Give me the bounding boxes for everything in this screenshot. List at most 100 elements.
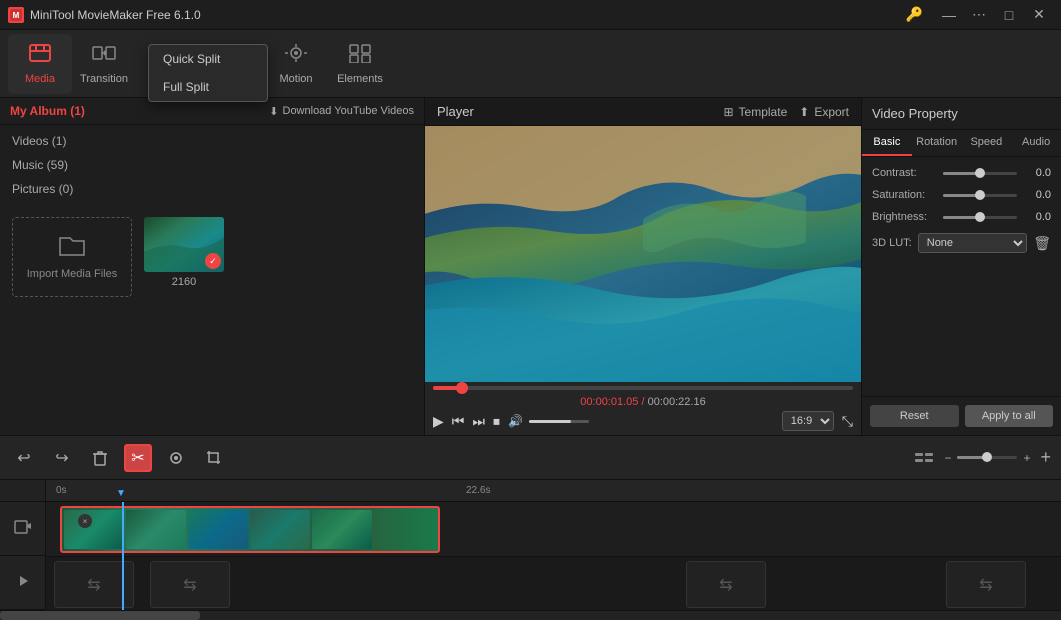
maximize-button[interactable]: □ — [995, 4, 1023, 26]
lut-delete-icon[interactable]: 🗑 — [1033, 235, 1051, 252]
motion-icon — [284, 43, 308, 69]
saturation-slider[interactable] — [943, 194, 1017, 197]
contrast-value: 0.0 — [1023, 167, 1051, 179]
sidebar-item-pictures[interactable]: Pictures (0) — [0, 177, 424, 201]
clip-frame-1 — [126, 510, 186, 549]
timeline: ↩ ↪ ✂ Quick Split Full Split − + + — [0, 435, 1061, 620]
tab-speed[interactable]: Speed — [962, 130, 1012, 156]
play-button[interactable]: ▶ — [433, 413, 444, 430]
media-icon — [28, 43, 52, 69]
toolbar-item-motion[interactable]: Motion — [264, 34, 328, 94]
add-track-button[interactable]: + — [1040, 447, 1051, 468]
app-title: MiniTool MovieMaker Free 6.1.0 — [30, 8, 906, 22]
trans-arrow-icon-2: ⇆ — [719, 575, 732, 595]
saturation-row: Saturation: 0.0 — [872, 189, 1051, 201]
player-panel: Player ⊞ Template ⬆ Export — [425, 98, 861, 435]
fullscreen-button[interactable]: ⤡ — [842, 413, 853, 430]
scrollbar-thumb — [0, 611, 200, 620]
delete-button[interactable] — [86, 444, 114, 472]
svg-text:M: M — [13, 11, 20, 20]
zoom-minus-icon[interactable]: − — [944, 451, 951, 465]
ruler-mid: 22.6s — [466, 485, 490, 496]
stop-button[interactable]: ⏹ — [493, 413, 500, 430]
track-controls — [914, 451, 934, 465]
timeline-toolbar: ↩ ↪ ✂ Quick Split Full Split − + + — [0, 436, 1061, 480]
video-track-icon — [14, 518, 32, 539]
full-split-option[interactable]: Full Split — [149, 73, 267, 101]
lut-select[interactable]: None — [918, 233, 1027, 253]
bottom-scrollbar[interactable] — [0, 610, 1061, 620]
redo-button[interactable]: ↪ — [48, 444, 76, 472]
brightness-row: Brightness: 0.0 — [872, 211, 1051, 223]
motion-label: Motion — [279, 73, 312, 85]
left-panel: My Album (1) ⬇ Download YouTube Videos V… — [0, 98, 425, 435]
template-button[interactable]: ⊞ Template — [723, 105, 787, 119]
export-icon: ⬆ — [799, 105, 809, 119]
contrast-label: Contrast: — [872, 167, 937, 179]
reset-button[interactable]: Reset — [870, 405, 959, 427]
media-label: Media — [25, 73, 55, 85]
player-actions: ⊞ Template ⬆ Export — [723, 105, 849, 119]
timeline-content: 0s 22.6s × — [0, 480, 1061, 610]
audio-button[interactable] — [162, 444, 190, 472]
contrast-slider[interactable] — [943, 172, 1017, 175]
media-content: Import Media Files — [0, 205, 424, 435]
trans-arrow-icon: ⇆ — [87, 575, 100, 595]
progress-bar[interactable] — [433, 386, 853, 390]
trans-arrow-icon-1: ⇆ — [183, 575, 196, 595]
export-button[interactable]: ⬆ Export — [799, 105, 849, 119]
undo-button[interactable]: ↩ — [10, 444, 38, 472]
preview-image — [425, 126, 861, 382]
tab-audio[interactable]: Audio — [1011, 130, 1061, 156]
transition-slot-3[interactable]: ⇆ — [946, 561, 1026, 608]
toolbar-item-media[interactable]: Media — [8, 34, 72, 94]
prev-frame-button[interactable]: ⏮ — [452, 413, 465, 430]
split-button[interactable]: ✂ — [124, 444, 152, 472]
saturation-value: 0.0 — [1023, 189, 1051, 201]
volume-slider[interactable] — [529, 420, 589, 423]
close-button[interactable]: ✕ — [1025, 4, 1053, 26]
control-row: ▶ ⏮ ⏭ ⏹ 🔊 16:9 ⤡ — [433, 411, 853, 431]
transition-slot-1[interactable]: ⇆ — [150, 561, 230, 608]
sidebar-item-music[interactable]: Music (59) — [0, 153, 424, 177]
settings-button[interactable]: ⋯ — [965, 4, 993, 26]
apply-all-button[interactable]: Apply to all — [965, 405, 1054, 427]
minimize-button[interactable]: — — [935, 4, 963, 26]
tab-basic[interactable]: Basic — [862, 130, 912, 156]
video-preview — [425, 126, 861, 382]
media-item-label-0: 2160 — [172, 276, 196, 288]
video-clip[interactable]: × — [60, 506, 440, 553]
template-icon: ⊞ — [723, 105, 733, 119]
contrast-row: Contrast: 0.0 — [872, 167, 1051, 179]
toolbar-item-elements[interactable]: Elements — [328, 34, 392, 94]
transition-track: ⇆ ⇆ ⇆ ⇆ — [46, 557, 1061, 610]
transition-slot-2[interactable]: ⇆ — [686, 561, 766, 608]
lut-row: 3D LUT: None 🗑 — [872, 233, 1051, 253]
aspect-ratio-select[interactable]: 16:9 — [782, 411, 834, 431]
toolbar-item-transition[interactable]: Transition — [72, 34, 136, 94]
import-media-placeholder[interactable]: Import Media Files — [12, 217, 132, 297]
quick-split-option[interactable]: Quick Split — [149, 45, 267, 73]
tab-rotation[interactable]: Rotation — [912, 130, 962, 156]
import-label: Import Media Files — [27, 268, 117, 280]
titlebar: M MiniTool MovieMaker Free 6.1.0 🔑 — ⋯ □… — [0, 0, 1061, 30]
crop-button[interactable] — [200, 444, 228, 472]
export-label: Export — [814, 105, 849, 119]
zoom-plus-icon[interactable]: + — [1023, 451, 1030, 465]
zoom-slider[interactable] — [957, 456, 1017, 459]
next-frame-button[interactable]: ⏭ — [472, 413, 485, 430]
download-icon: ⬇ — [269, 105, 278, 118]
volume-icon: 🔊 — [508, 414, 523, 428]
audio-track-icon — [14, 572, 32, 593]
properties-content: Contrast: 0.0 Saturation: 0.0 Brightness… — [862, 157, 1061, 396]
my-album-title: My Album (1) — [10, 104, 85, 118]
zoom-control: − + — [944, 451, 1030, 465]
download-youtube-button[interactable]: ⬇ Download YouTube Videos — [269, 105, 414, 118]
brightness-slider[interactable] — [943, 216, 1017, 219]
volume-control: 🔊 — [508, 414, 589, 428]
transition-icon — [92, 43, 116, 69]
media-item-0[interactable]: ✓ 2160 — [144, 217, 224, 423]
properties-tabs: Basic Rotation Speed Audio — [862, 130, 1061, 157]
sidebar-item-videos[interactable]: Videos (1) — [0, 129, 424, 153]
ruler-start: 0s — [56, 485, 67, 496]
